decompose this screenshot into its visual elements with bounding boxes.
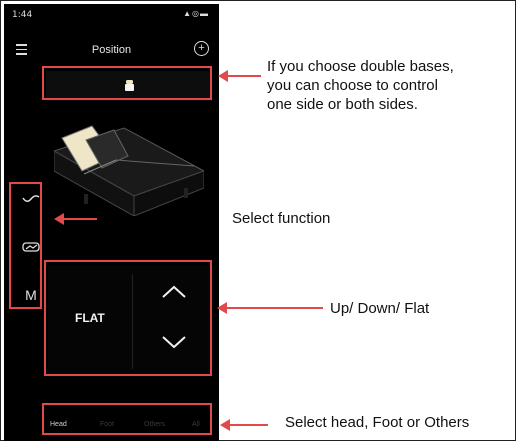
status-icons: ▲◎▬ [183,9,209,18]
tabs-arrow [220,419,268,431]
updown-note: Up/ Down/ Flat [330,300,430,317]
base-note: If you choose double bases, you can choo… [267,58,454,113]
function-arrow [54,213,97,225]
updown-arrow [217,302,323,314]
adjustable-bed-image [54,125,204,216]
base-selector-highlight [42,66,212,100]
add-icon[interactable]: + [194,41,209,56]
function-highlight [9,182,42,309]
tabs-highlight [42,403,212,435]
page-title: Position [91,44,132,56]
tabs-note: Select head, Foot or Others [285,414,470,431]
controls-highlight [44,260,212,376]
function-note: Select function [232,210,331,227]
status-time: 1:44 [12,10,33,20]
base-arrow [218,70,261,82]
